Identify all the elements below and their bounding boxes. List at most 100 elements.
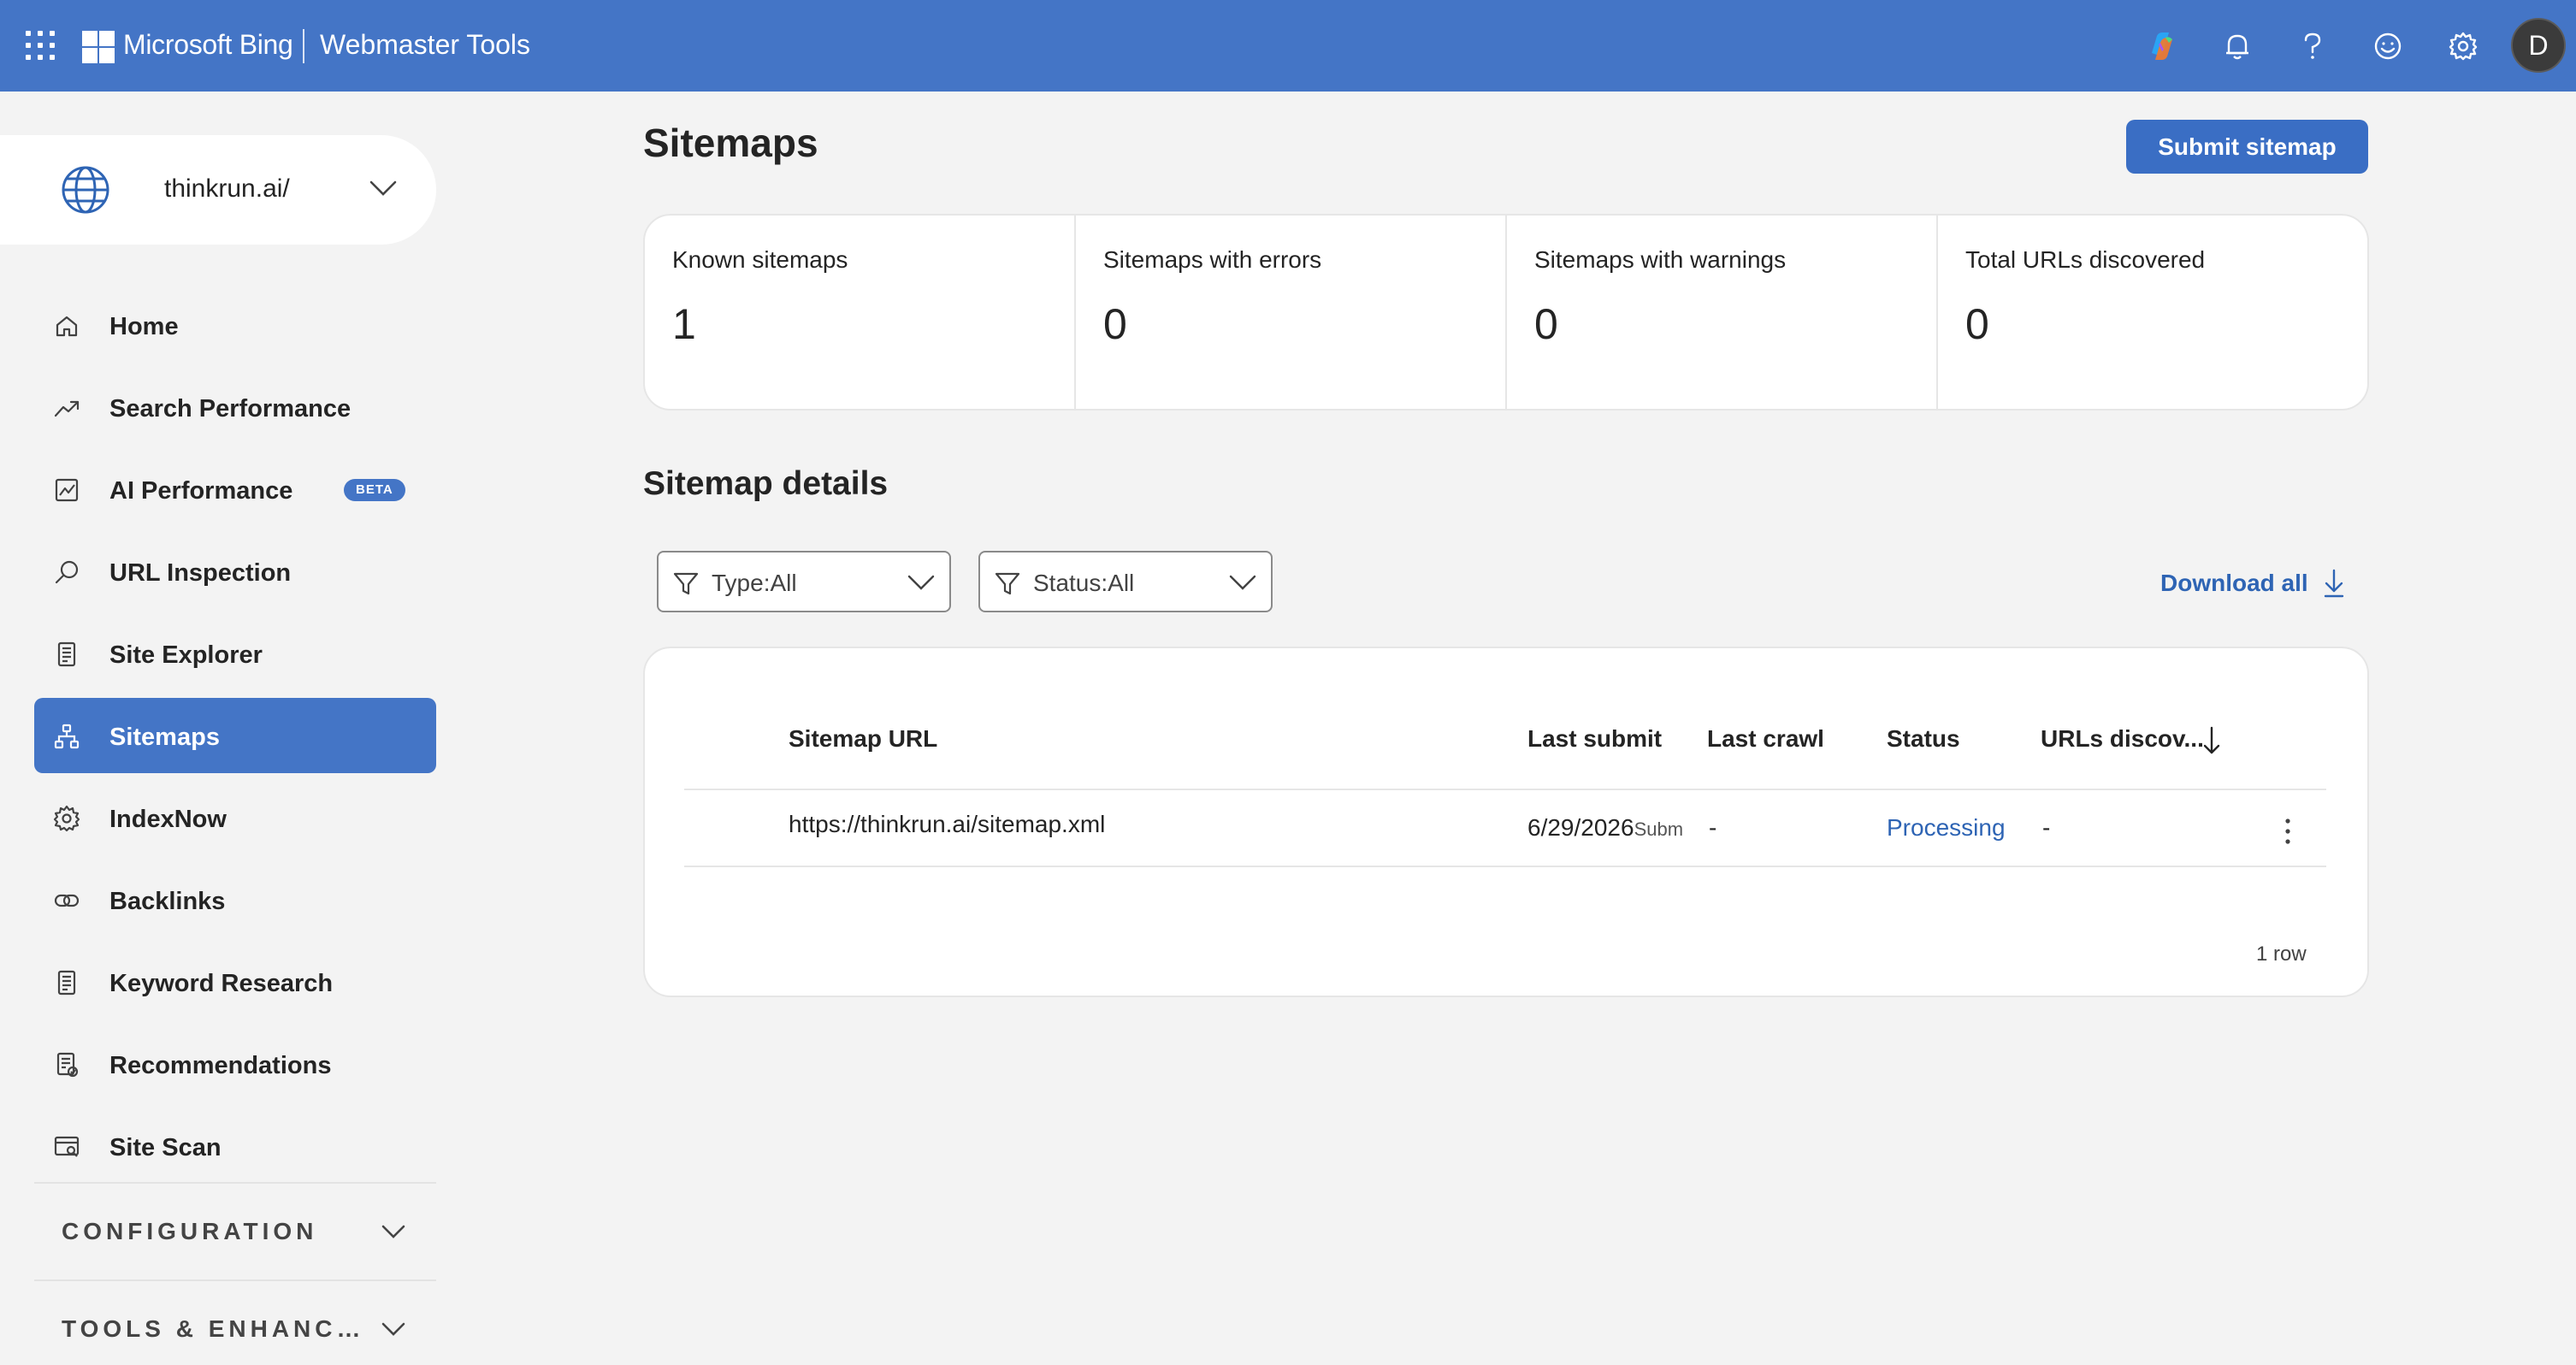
stat-value: 0 (1965, 300, 1989, 348)
sidebar-divider (34, 1279, 436, 1281)
gear-icon[interactable] (2444, 27, 2482, 65)
sidebar-item-site-scan[interactable]: Site Scan (34, 1108, 436, 1184)
top-bar: Microsoft Bing Webmaster Tools D (0, 0, 2576, 92)
bell-icon[interactable] (2219, 27, 2256, 65)
column-header-last-crawl[interactable]: Last crawl (1707, 725, 1824, 753)
column-header-urls-discovered[interactable]: URLs discov... (2041, 725, 2204, 753)
row-divider (684, 789, 2326, 790)
help-icon[interactable] (2294, 27, 2331, 65)
sidebar-item-label: Recommendations (109, 1052, 332, 1079)
sitemap-table: Sitemap URL Last submit Last crawl Statu… (643, 647, 2369, 997)
section-tools[interactable]: TOOLS & ENHANC… (62, 1315, 365, 1343)
sidebar-item-ai-performance[interactable]: AI Performance BETA (34, 452, 436, 527)
sidebar-item-backlinks[interactable]: Backlinks (34, 862, 436, 937)
stat-total-urls: Total URLs discovered 0 (1938, 216, 2367, 409)
avatar[interactable]: D (2511, 18, 2566, 73)
column-header-last-submit[interactable]: Last submit (1527, 725, 1662, 753)
sidebar-item-recommendations[interactable]: Recommendations (34, 1026, 436, 1102)
chevron-down-icon[interactable] (380, 1223, 407, 1240)
download-icon[interactable] (2321, 568, 2347, 599)
status-cell[interactable]: Processing (1887, 814, 2006, 842)
globe-icon (62, 166, 109, 214)
stat-known-sitemaps: Known sitemaps 1 (645, 216, 1076, 409)
stat-label: Known sitemaps (672, 246, 848, 273)
document-icon (57, 641, 76, 667)
sidebar-item-label: Site Explorer (109, 641, 263, 669)
sidebar-item-label: Sitemaps (109, 724, 220, 751)
sidebar-item-sitemaps[interactable]: Sitemaps (34, 698, 436, 773)
stat-label: Sitemaps with errors (1103, 246, 1322, 273)
last-submit-date: 6/29/2026 (1527, 814, 1634, 841)
filter-label: Type:All (712, 570, 797, 596)
submit-sitemap-button[interactable]: Submit sitemap (2126, 120, 2368, 174)
sort-descending-icon[interactable] (2201, 725, 2222, 756)
stat-value: 0 (1534, 300, 1558, 348)
stat-label: Total URLs discovered (1965, 246, 2206, 273)
sidebar-item-label: Backlinks (109, 888, 226, 915)
brand-divider (303, 29, 304, 63)
sidebar-nav: Home Search Performance AI Performance B… (34, 287, 436, 1191)
chevron-down-icon[interactable] (368, 178, 399, 198)
app-launcher-icon[interactable] (26, 31, 55, 60)
status-filter-dropdown[interactable]: Status:All (978, 551, 1273, 612)
sidebar-item-keyword-research[interactable]: Keyword Research (34, 944, 436, 1019)
row-count: 1 row (2256, 942, 2307, 966)
site-name: thinkrun.ai/ (164, 174, 290, 203)
search-icon (55, 560, 79, 584)
scan-icon (54, 1136, 80, 1157)
sidebar-divider (34, 1182, 436, 1184)
sidebar-item-label: AI Performance (109, 477, 293, 505)
sitemap-url-cell[interactable]: https://thinkrun.ai/sitemap.xml (789, 811, 1105, 838)
sidebar-item-label: Site Scan (109, 1134, 222, 1161)
link-icon (54, 894, 80, 907)
feedback-smiley-icon[interactable] (2369, 27, 2407, 65)
site-picker[interactable]: thinkrun.ai/ (0, 135, 436, 245)
chevron-down-icon[interactable] (380, 1321, 407, 1338)
stat-sitemaps-warnings: Sitemaps with warnings 0 (1507, 216, 1938, 409)
type-filter-dropdown[interactable]: Type:All (657, 551, 951, 612)
trend-icon (54, 400, 80, 417)
urls-discovered-cell: - (2042, 814, 2051, 841)
section-title: Sitemap details (643, 465, 889, 502)
filter-label: Status:All (1033, 570, 1135, 596)
filter-icon (995, 572, 1020, 595)
more-options-icon[interactable] (2282, 816, 2294, 847)
checklist-icon (56, 1052, 79, 1078)
sidebar-item-indexnow[interactable]: IndexNow (34, 780, 436, 855)
brand-name[interactable]: Microsoft Bing (123, 29, 293, 61)
page-title: Sitemaps (643, 121, 818, 165)
gear-icon (53, 805, 80, 832)
home-icon (56, 316, 78, 337)
last-submit-cell: 6/29/2026Subm (1527, 814, 1683, 842)
sidebar-item-home[interactable]: Home (34, 287, 436, 363)
sidebar-item-label: Keyword Research (109, 970, 334, 997)
beta-badge: BETA (344, 479, 405, 501)
chevron-down-icon (907, 575, 935, 590)
chevron-down-icon (1229, 575, 1256, 590)
stat-value: 0 (1103, 300, 1127, 348)
row-divider (684, 866, 2326, 867)
sidebar-item-site-explorer[interactable]: Site Explorer (34, 616, 436, 691)
filter-icon (673, 572, 699, 595)
sidebar-item-label: Search Performance (109, 395, 352, 422)
section-configuration[interactable]: CONFIGURATION (62, 1218, 317, 1245)
stat-label: Sitemaps with warnings (1534, 246, 1787, 273)
sidebar-item-url-inspection[interactable]: URL Inspection (34, 534, 436, 609)
column-header-url[interactable]: Sitemap URL (789, 725, 937, 753)
sidebar-item-label: IndexNow (109, 806, 227, 833)
sidebar-item-label: URL Inspection (109, 559, 292, 587)
chart-icon (55, 478, 79, 502)
stat-sitemaps-errors: Sitemaps with errors 0 (1076, 216, 1507, 409)
stat-value: 1 (672, 300, 696, 348)
last-submit-sub: Subm (1634, 818, 1684, 840)
copilot-icon[interactable] (2143, 27, 2181, 65)
download-all-link[interactable]: Download all (2160, 570, 2308, 597)
stats-card: Known sitemaps 1 Sitemaps with errors 0 … (643, 214, 2369, 411)
sidebar-item-search-performance[interactable]: Search Performance (34, 369, 436, 445)
column-header-status[interactable]: Status (1887, 725, 1960, 753)
product-name[interactable]: Webmaster Tools (320, 29, 530, 61)
sidebar-item-label: Home (109, 313, 179, 340)
document-icon (57, 970, 76, 996)
last-crawl-cell: - (1709, 814, 1717, 841)
microsoft-logo-icon (82, 31, 115, 63)
